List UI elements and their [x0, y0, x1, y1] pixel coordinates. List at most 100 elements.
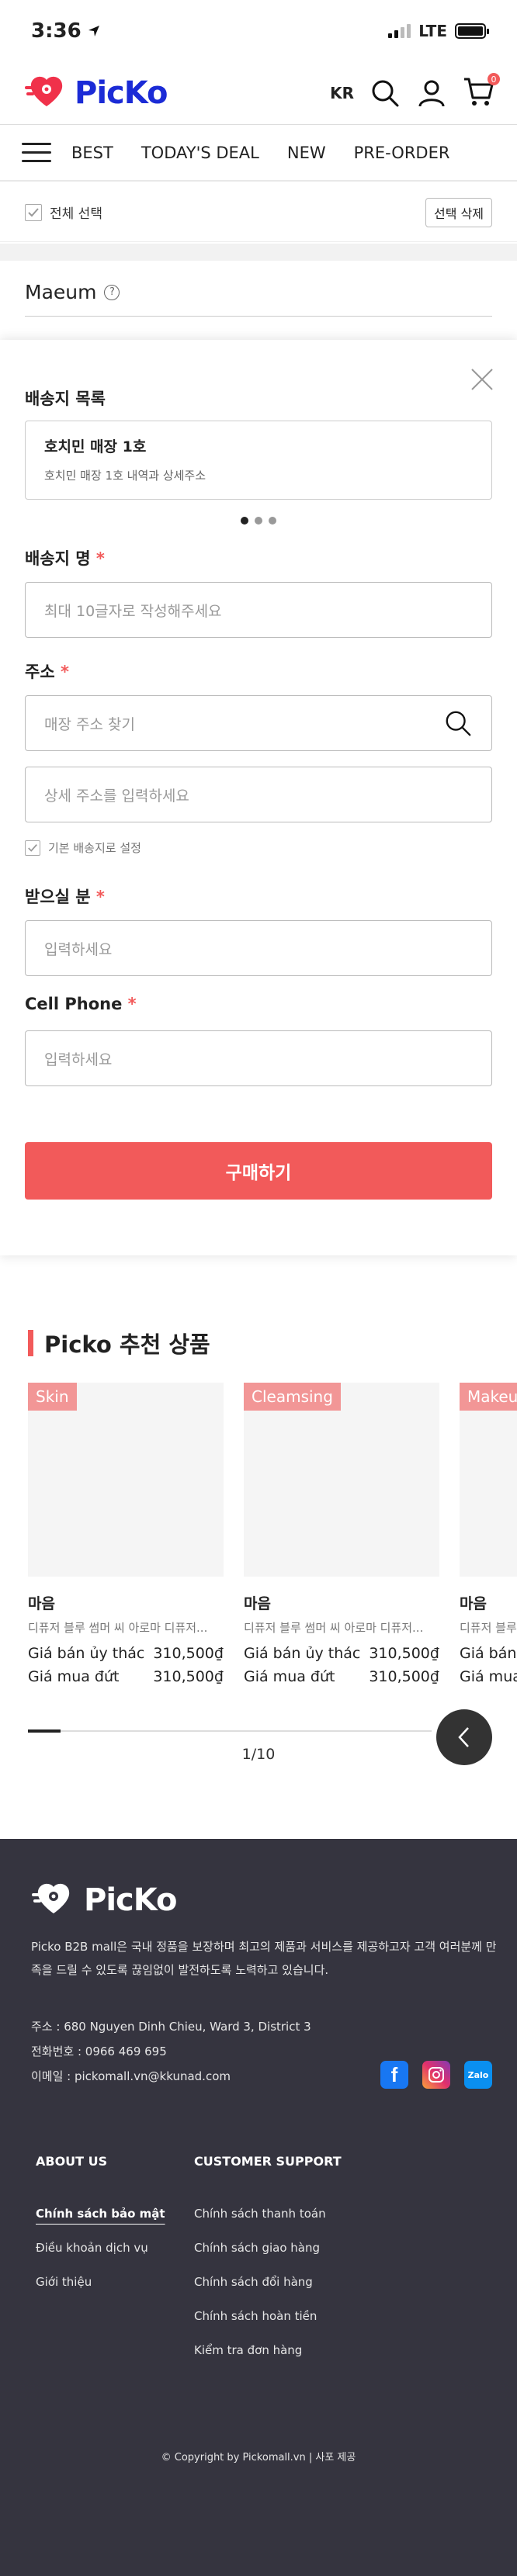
facebook-icon[interactable]: f [380, 2061, 408, 2089]
address-search-placeholder: 매장 주소 찾기 [44, 715, 135, 733]
search-icon[interactable] [443, 708, 473, 738]
address-card-name: 호치민 매장 1호 [44, 438, 147, 455]
carousel-dot[interactable] [255, 517, 262, 525]
carousel-dots [0, 517, 517, 525]
category-tag: Makeu [460, 1383, 517, 1411]
product-brand: 마음 [244, 1595, 271, 1612]
brand-name: Maeum [25, 281, 97, 303]
nav-item-pre-order[interactable]: PRE-ORDER [354, 144, 450, 162]
select-all-label: 전체 선택 [50, 206, 102, 222]
consign-price-row: Giá bán ủy thác 310,500₫ [244, 1645, 439, 1662]
receiver-label: 받으실 분 * [25, 888, 105, 906]
carousel-scroll-thumb[interactable] [28, 1729, 61, 1733]
address-list-title: 배송지 목록 [25, 390, 106, 408]
carousel-dot[interactable] [269, 517, 276, 525]
product-brand: 마음 [28, 1595, 55, 1612]
product-name: 디퓨저 블루 썸머 씨 아로마 디퓨저... [244, 1621, 424, 1635]
footer-logo-text: PicKo [84, 1882, 178, 1918]
footer: PicKo Picko B2B mall은 국내 정품을 보장하며 최고의 제품… [0, 1839, 517, 2576]
logo-text: PicKo [75, 75, 168, 111]
product-image[interactable]: Makeu [460, 1383, 517, 1577]
product-brand: 마음 [460, 1595, 487, 1612]
check-icon [28, 843, 37, 852]
cart-button[interactable]: 0 [463, 73, 500, 110]
clock-text: 3:36 [31, 19, 82, 43]
help-icon[interactable]: ? [104, 284, 120, 300]
product-name: 디퓨저 블루 [460, 1621, 517, 1635]
footer-link-about[interactable]: Giới thiệu [36, 2275, 92, 2289]
logo-mark-icon [25, 76, 63, 106]
logo[interactable]: PicKo [25, 75, 168, 111]
footer-logo[interactable]: PicKo [31, 1882, 178, 1918]
product-card[interactable]: Cleamsing 마음 디퓨저 블루 썸머 씨 아로마 디퓨저... Giá … [244, 1383, 439, 1685]
product-card[interactable]: Skin 마음 디퓨저 블루 썸머 씨 아로마 디퓨저... Giá bán ủ… [28, 1383, 224, 1685]
select-bar: 전체 선택 선택 삭제 [0, 183, 517, 242]
address-detail-input[interactable]: 상세 주소를 입력하세요 [25, 767, 492, 822]
category-tag: Cleamsing [244, 1383, 341, 1411]
copyright: © Copyright by Pickomall.vn | 사포 제공 [161, 2452, 356, 2463]
battery-icon [455, 23, 489, 39]
check-icon [28, 207, 39, 216]
product-image[interactable]: Cleamsing [244, 1383, 439, 1577]
footer-link-privacy[interactable]: Chính sách bảo mật [36, 2207, 165, 2221]
product-card[interactable]: Makeu 마음 디퓨저 블루 Giá bán Giá mua [460, 1383, 517, 1685]
default-address-label: 기본 배송지로 설정 [48, 841, 141, 855]
consign-price-row: Giá bán [460, 1645, 517, 1662]
brand-row: Maeum ? [25, 268, 492, 317]
location-arrow-icon [88, 26, 99, 36]
consign-price-row: Giá bán ủy thác 310,500₫ [28, 1645, 224, 1662]
footer-link-order-check[interactable]: Kiểm tra đơn hàng [194, 2343, 302, 2357]
default-address-checkbox[interactable] [25, 840, 40, 856]
product-image[interactable]: Skin [28, 1383, 224, 1577]
footer-link-refund[interactable]: Chính sách hoàn tiền [194, 2309, 317, 2323]
phone-input[interactable]: 입력하세요 [25, 1030, 492, 1086]
receiver-input[interactable]: 입력하세요 [25, 920, 492, 976]
nav-item-todays-deal[interactable]: TODAY'S DEAL [141, 144, 259, 162]
footer-link-payment[interactable]: Chính sách thanh toán [194, 2207, 326, 2221]
social-links: f Zalo [380, 2061, 492, 2089]
store-name-input[interactable]: 최대 10글자로 작성해주세요 [25, 582, 492, 638]
customer-support-title: CUSTOMER SUPPORT [194, 2154, 342, 2169]
footer-phone: 전화번호 : 0966 469 695 [31, 2045, 167, 2058]
nav-item-new[interactable]: NEW [287, 144, 326, 162]
footer-contact: 주소 : 680 Nguyen Dinh Chieu, Ward 3, Dist… [31, 2014, 311, 2089]
user-icon[interactable] [416, 78, 447, 109]
footer-link-terms[interactable]: Điều khoản dịch vụ [36, 2241, 148, 2255]
cart-badge: 0 [488, 73, 500, 85]
header: PicKo KR 0 [0, 64, 517, 123]
footer-email[interactable]: 이메일 : pickomall.vn@kkunad.com [31, 2064, 311, 2089]
status-right: LTE [388, 22, 489, 40]
recommend-title: Picko 추천 상품 [28, 1327, 210, 1359]
logo-mark-icon [32, 1883, 70, 1913]
phone-placeholder: 입력하세요 [44, 1051, 113, 1068]
address-card[interactable]: 호치민 매장 1호 호치민 매장 1호 내역과 상세주소 [25, 421, 492, 500]
carousel-scroll-track[interactable] [28, 1730, 432, 1732]
select-all-checkbox[interactable] [25, 203, 42, 221]
zalo-icon[interactable]: Zalo [464, 2061, 492, 2089]
menu-icon[interactable] [22, 143, 51, 162]
instagram-icon[interactable] [422, 2061, 450, 2089]
buyout-price-row: Giá mua đứt 310,500₫ [28, 1668, 224, 1685]
footer-link-exchange[interactable]: Chính sách đổi hàng [194, 2275, 313, 2289]
product-carousel[interactable]: Skin 마음 디퓨저 블루 썸머 씨 아로마 디퓨저... Giá bán ủ… [28, 1383, 517, 1709]
status-time: 3:36 [31, 19, 100, 43]
phone-label: Cell Phone * [25, 995, 137, 1013]
footer-address: 주소 : 680 Nguyen Dinh Chieu, Ward 3, Dist… [31, 2020, 311, 2034]
footer-description: Picko B2B mall은 국내 정품을 보장하며 최고의 제품과 서비스를… [31, 1940, 497, 1977]
buyout-price-row: Giá mua [460, 1668, 517, 1685]
footer-link-shipping[interactable]: Chính sách giao hàng [194, 2241, 320, 2255]
search-icon[interactable] [370, 78, 401, 109]
language-switch[interactable]: KR [330, 84, 354, 102]
close-icon[interactable] [469, 366, 495, 393]
buy-button[interactable]: 구매하기 [25, 1142, 492, 1200]
delete-selected-button[interactable]: 선택 삭제 [425, 197, 492, 227]
address-search-input[interactable]: 매장 주소 찾기 [25, 695, 492, 751]
product-name: 디퓨저 블루 썸머 씨 아로마 디퓨저... [28, 1621, 208, 1635]
status-bar: 3:36 LTE [0, 0, 517, 62]
nav-item-best[interactable]: BEST [71, 144, 113, 162]
address-detail-placeholder: 상세 주소를 입력하세요 [44, 787, 189, 805]
carousel-dot[interactable] [241, 517, 248, 525]
address-label: 주소 * [25, 663, 69, 681]
carousel-pager: 1/10 [241, 1746, 276, 1763]
main-nav: BEST TODAY'S DEAL NEW PRE-ORDER [0, 124, 517, 182]
